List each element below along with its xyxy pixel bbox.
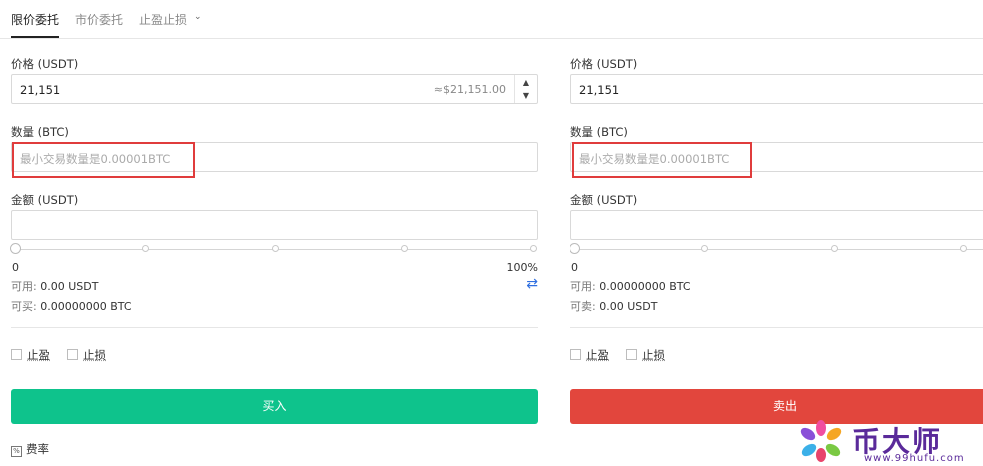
buyable-value: 0.00000000 BTC [40, 300, 132, 313]
chevron-down-icon[interactable]: ⌄ [194, 12, 202, 22]
buy-price-approx: ≈$21,151.00 [433, 83, 506, 96]
slider-stop-75[interactable] [960, 245, 967, 252]
buy-available: 可用: 0.00 USDT [11, 278, 98, 294]
sell-amount-input[interactable] [570, 210, 983, 240]
price-label: 价格 (USDT) [11, 57, 79, 71]
increment-icon[interactable]: ▲ [515, 78, 537, 87]
take-profit-label[interactable]: 止盈 [586, 347, 609, 363]
buyable-key: 可买: [11, 300, 37, 313]
sellable-key: 可卖: [570, 300, 596, 313]
transfer-icon[interactable]: ⇄ [526, 276, 538, 292]
take-profit-checkbox[interactable] [570, 349, 581, 360]
price-stepper[interactable]: ▲ ▼ [514, 75, 537, 103]
sellable-value: 0.00 USDT [599, 300, 658, 313]
sell-price-input[interactable]: 21,151 [570, 74, 983, 104]
take-profit-label[interactable]: 止盈 [27, 347, 50, 363]
available-value: 0.00000000 BTC [599, 280, 691, 293]
watermark: 币大师 www.99hufu.com [796, 416, 983, 466]
available-value: 0.00 USDT [40, 280, 99, 293]
fee-icon: % [11, 446, 22, 457]
buy-price-input[interactable]: 21,151 ≈$21,151.00 ▲ ▼ [11, 74, 538, 104]
slider-stop-50[interactable] [272, 245, 279, 252]
slider-min-label: 0 [12, 261, 19, 274]
order-type-tabs: 限价委托 市价委托 止盈止损 ⌄ [0, 0, 983, 39]
slider-stop-25[interactable] [701, 245, 708, 252]
flower-logo-icon [800, 420, 842, 462]
slider-stop-75[interactable] [401, 245, 408, 252]
sell-available: 可用: 0.00000000 BTC [570, 278, 691, 294]
amount-label: 金额 (USDT) [11, 193, 79, 207]
slider-handle[interactable] [10, 243, 21, 254]
buy-amount-input[interactable] [11, 210, 538, 240]
sell-price-value: 21,151 [579, 83, 620, 97]
fee-label: 费率 [26, 442, 49, 456]
sell-sellable: 可卖: 0.00 USDT [570, 298, 657, 314]
take-profit-checkbox[interactable] [11, 349, 22, 360]
slider-stop-25[interactable] [142, 245, 149, 252]
tab-limit-order[interactable]: 限价委托 [11, 11, 59, 28]
buy-buyable: 可买: 0.00000000 BTC [11, 298, 132, 314]
divider [570, 327, 983, 328]
buy-panel: 价格 (USDT) 21,151 ≈$21,151.00 ▲ ▼ 数量 (BTC… [10, 38, 538, 466]
available-key: 可用: [570, 280, 596, 293]
stop-loss-label[interactable]: 止损 [642, 347, 665, 363]
slider-stop-100[interactable] [530, 245, 537, 252]
stop-loss-checkbox[interactable] [67, 349, 78, 360]
slider-min-label: 0 [571, 261, 578, 274]
stop-loss-label[interactable]: 止损 [83, 347, 106, 363]
stop-loss-checkbox[interactable] [626, 349, 637, 360]
decrement-icon[interactable]: ▼ [515, 91, 537, 100]
quantity-label: 数量 (BTC) [11, 125, 69, 139]
slider-max-label: 100% [506, 261, 538, 274]
tab-stop-order[interactable]: 止盈止损 [139, 11, 187, 28]
sell-percent-slider[interactable] [574, 249, 983, 250]
amount-label: 金额 (USDT) [570, 193, 638, 207]
highlight-box [572, 142, 752, 178]
available-key: 可用: [11, 280, 37, 293]
slider-stop-50[interactable] [831, 245, 838, 252]
divider [11, 327, 538, 328]
fee-rate[interactable]: % 费率 [11, 441, 49, 457]
buy-price-value: 21,151 [20, 83, 61, 97]
sell-panel: 价格 (USDT) 21,151 数量 (BTC) 最小交易数量是0.00001… [570, 38, 983, 466]
buy-button[interactable]: 买入 [11, 389, 538, 424]
tab-market-order[interactable]: 市价委托 [75, 11, 123, 28]
watermark-url: www.99hufu.com [864, 453, 965, 464]
slider-handle[interactable] [570, 243, 580, 254]
quantity-label: 数量 (BTC) [570, 125, 628, 139]
highlight-box [12, 142, 195, 178]
price-label: 价格 (USDT) [570, 57, 638, 71]
